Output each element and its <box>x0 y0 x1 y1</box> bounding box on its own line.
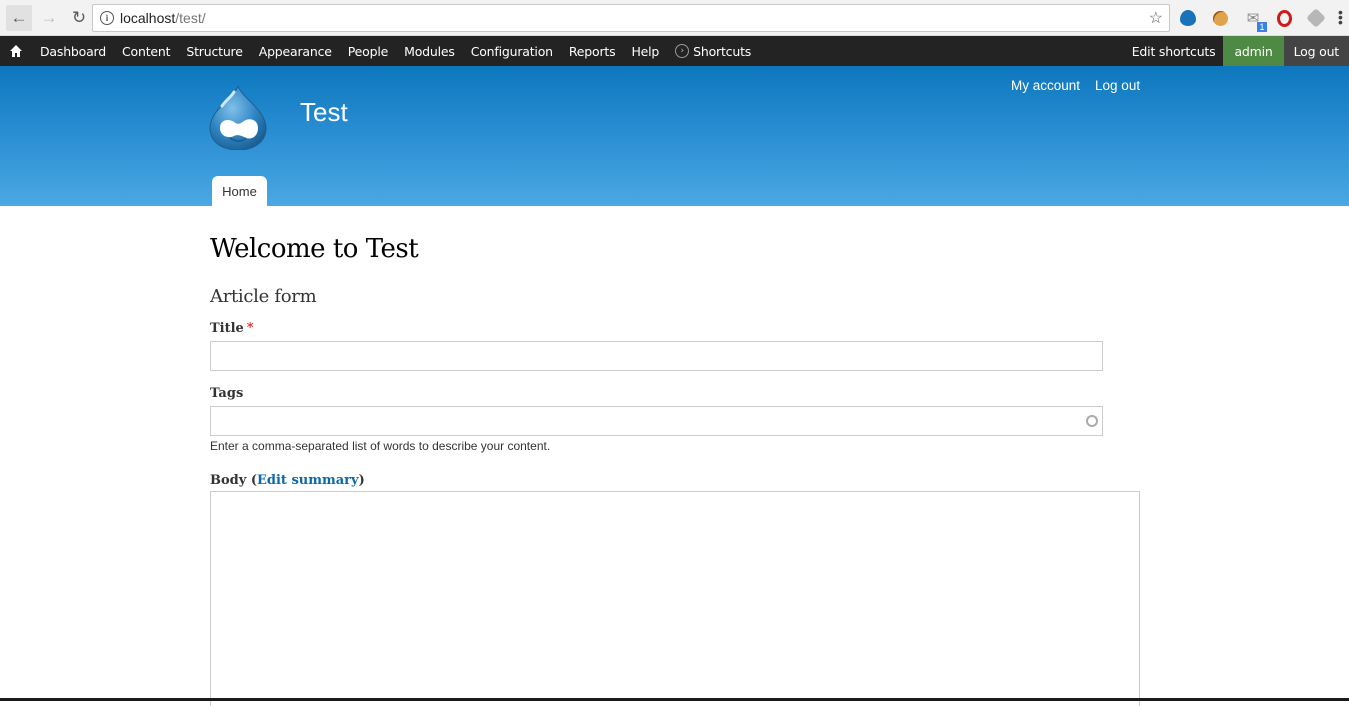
drupal-logo[interactable] <box>208 84 268 151</box>
cookie-extension-icon[interactable] <box>1210 8 1230 28</box>
tags-description: Enter a comma-separated list of words to… <box>210 439 551 453</box>
title-label: Title * <box>210 321 253 336</box>
browser-chrome: ← → ↻ i localhost/test/ ☆ ✉ 1 • • • <box>0 0 1349 36</box>
body-textarea[interactable] <box>210 491 1140 706</box>
url-path: /test/ <box>175 10 206 26</box>
page-title: Welcome to Test <box>210 234 419 264</box>
browser-menu-icon[interactable]: • • • <box>1338 5 1343 29</box>
toolbar-people[interactable]: People <box>340 36 396 66</box>
tags-label: Tags <box>210 386 244 401</box>
site-header: Test My account Log out Home <box>0 66 1349 206</box>
toolbar-help[interactable]: Help <box>623 36 667 66</box>
body-label: Body (Edit summary) <box>210 473 365 488</box>
user-account-link[interactable]: admin <box>1223 36 1284 66</box>
address-bar[interactable]: i localhost/test/ ☆ <box>92 4 1170 32</box>
url-host: localhost <box>120 10 176 26</box>
admin-toolbar: Dashboard Content Structure Appearance P… <box>0 36 1349 66</box>
reload-button[interactable]: ↻ <box>66 5 92 31</box>
back-button[interactable]: ← <box>6 4 32 31</box>
tags-input[interactable] <box>210 406 1103 436</box>
required-marker: * <box>246 321 254 336</box>
edit-summary-link[interactable]: Edit summary <box>257 473 359 488</box>
forward-button[interactable]: → <box>36 5 62 31</box>
site-name[interactable]: Test <box>300 97 348 128</box>
body-label-text: Body <box>210 473 247 488</box>
toolbar-appearance[interactable]: Appearance <box>251 36 340 66</box>
drupal-extension-icon[interactable] <box>1178 8 1198 28</box>
toolbar-content[interactable]: Content <box>114 36 178 66</box>
paren-close: ) <box>358 473 365 488</box>
my-account-link[interactable]: My account <box>1011 78 1080 93</box>
secondary-menu: My account Log out <box>1011 78 1140 93</box>
title-input[interactable] <box>210 341 1103 371</box>
cube-extension-icon[interactable] <box>1306 8 1326 28</box>
tab-home[interactable]: Home <box>212 176 267 206</box>
info-icon[interactable]: i <box>100 11 114 25</box>
mail-badge: 1 <box>1257 22 1267 32</box>
toolbar-structure[interactable]: Structure <box>178 36 250 66</box>
toolbar-dashboard[interactable]: Dashboard <box>32 36 114 66</box>
toolbar-logout-link[interactable]: Log out <box>1283 36 1349 66</box>
chevron-right-icon: › <box>675 44 690 58</box>
form-title: Article form <box>210 286 317 307</box>
autocomplete-throbber-icon <box>1086 415 1098 427</box>
toolbar-modules[interactable]: Modules <box>396 36 463 66</box>
toolbar-reports[interactable]: Reports <box>561 36 624 66</box>
edit-shortcuts-link[interactable]: Edit shortcuts <box>1124 36 1224 66</box>
shortcuts-label: Shortcuts <box>693 43 752 59</box>
title-label-text: Title <box>210 321 244 336</box>
mail-extension-icon[interactable]: ✉ 1 <box>1243 8 1267 32</box>
url-text[interactable]: localhost/test/ <box>120 10 206 26</box>
logout-link[interactable]: Log out <box>1095 78 1140 93</box>
home-icon[interactable] <box>0 36 32 66</box>
toolbar-configuration[interactable]: Configuration <box>463 36 561 66</box>
toolbar-shortcuts[interactable]: › Shortcuts <box>667 36 759 66</box>
bookmark-star-icon[interactable]: ☆ <box>1149 8 1163 28</box>
adblock-extension-icon[interactable] <box>1274 8 1294 28</box>
